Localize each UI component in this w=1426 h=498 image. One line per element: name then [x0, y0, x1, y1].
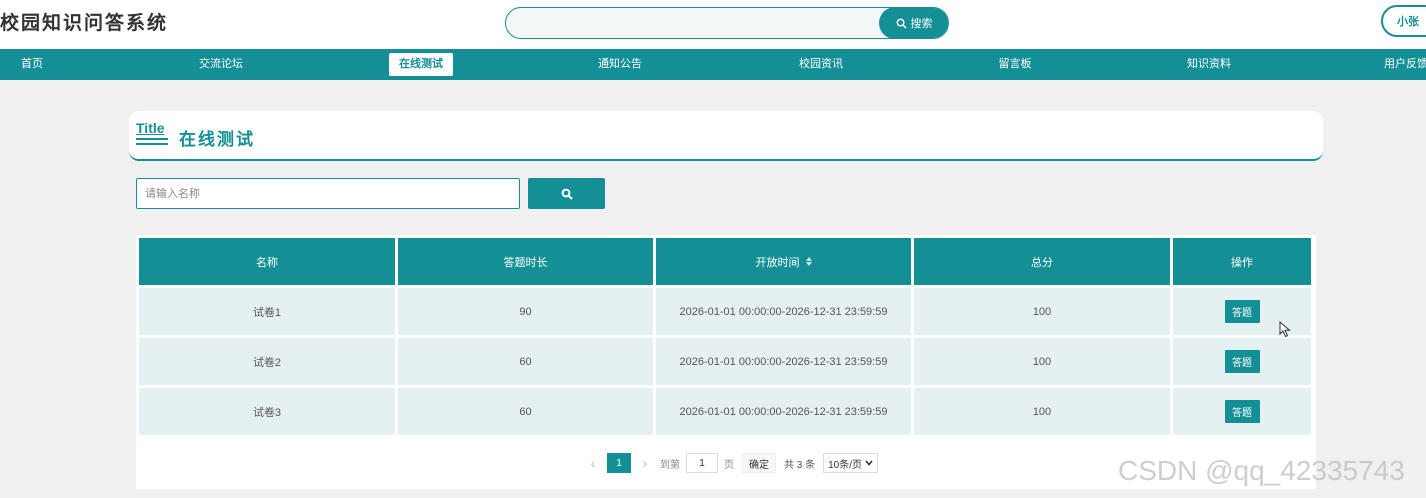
cell-name: 试卷2 — [139, 338, 395, 385]
sort-icon[interactable] — [805, 257, 812, 266]
cell-open-time: 2026-01-01 00:00:00-2026-12-31 23:59:59 — [656, 388, 911, 435]
cell-duration: 60 — [398, 338, 653, 385]
column-header-name: 名称 — [139, 238, 395, 285]
total-count: 共 3 条 — [784, 459, 816, 471]
column-header-duration: 答题时长 — [398, 238, 653, 285]
column-header-open-time[interactable]: 开放时间 — [656, 238, 911, 285]
cell-name: 试卷1 — [139, 288, 395, 335]
pagination: ‹ 1 › 到第 1 页 确定 共 3 条 10条/页 — [584, 453, 879, 473]
name-search-input[interactable] — [136, 178, 520, 209]
global-search-input[interactable] — [506, 8, 876, 38]
cell-action: 答题 — [1173, 388, 1311, 435]
watermark: CSDN @qq_42335743 — [1118, 455, 1405, 486]
mouse-cursor-icon — [1279, 321, 1291, 338]
chevron-down-icon — [865, 460, 873, 466]
top-header: 校园知识问答系统 搜索 小张 — [0, 0, 1426, 49]
test-table-panel: 名称 答题时长 开放时间 总分 操作 试卷1 90 2026-01-01 00:… — [136, 235, 1316, 489]
answer-button[interactable]: 答题 — [1224, 350, 1260, 373]
global-search: 搜索 — [505, 7, 949, 39]
answer-button[interactable]: 答题 — [1224, 400, 1260, 423]
title-icon: Title — [136, 121, 168, 153]
column-header-open-time-label: 开放时间 — [755, 256, 800, 269]
cell-score: 100 — [914, 338, 1170, 385]
column-header-score: 总分 — [914, 238, 1170, 285]
page-title-panel: Title 在线测试 — [129, 111, 1323, 161]
cell-action: 答题 — [1173, 338, 1311, 385]
cell-name: 试卷3 — [139, 388, 395, 435]
next-page-icon[interactable]: › — [636, 455, 654, 471]
user-menu-button[interactable]: 小张 — [1381, 5, 1426, 37]
nav-item-feedback[interactable]: 用户反馈 — [1384, 49, 1426, 80]
global-search-button[interactable]: 搜索 — [879, 8, 948, 38]
nav-item-home[interactable]: 首页 — [21, 49, 43, 80]
search-icon — [896, 18, 907, 29]
cell-duration: 90 — [398, 288, 653, 335]
nav-item-campus-news[interactable]: 校园资讯 — [799, 49, 843, 80]
page-size-select[interactable]: 10条/页 — [823, 453, 879, 473]
nav-item-message-board[interactable]: 留言板 — [999, 49, 1032, 80]
nav-item-knowledge[interactable]: 知识资料 — [1187, 49, 1231, 80]
answer-button[interactable]: 答题 — [1224, 300, 1260, 323]
nav-item-online-test[interactable]: 在线测试 — [389, 53, 453, 76]
nav-item-forum[interactable]: 交流论坛 — [199, 49, 243, 80]
cell-duration: 60 — [398, 388, 653, 435]
goto-confirm-button[interactable]: 确定 — [742, 453, 776, 473]
cell-open-time: 2026-01-01 00:00:00-2026-12-31 23:59:59 — [656, 288, 911, 335]
cell-score: 100 — [914, 388, 1170, 435]
page-size-value: 10条/页 — [828, 459, 863, 471]
query-button[interactable] — [528, 178, 605, 209]
page-unit-label: 页 — [724, 459, 734, 471]
site-title: 校园知识问答系统 — [0, 12, 169, 34]
cell-open-time: 2026-01-01 00:00:00-2026-12-31 23:59:59 — [656, 338, 911, 385]
global-search-button-label: 搜索 — [910, 18, 933, 30]
page-number-current[interactable]: 1 — [607, 453, 631, 473]
main-nav: 首页 交流论坛 在线测试 通知公告 校园资讯 留言板 知识资料 用户反馈 — [0, 49, 1426, 80]
cell-score: 100 — [914, 288, 1170, 335]
column-header-action: 操作 — [1173, 238, 1311, 285]
test-table: 名称 答题时长 开放时间 总分 操作 试卷1 90 2026-01-01 00:… — [139, 238, 1311, 435]
title-icon-text: Title — [136, 120, 165, 136]
nav-item-notices[interactable]: 通知公告 — [598, 49, 642, 80]
goto-label: 到第 — [660, 459, 680, 471]
page-title: 在线测试 — [179, 130, 255, 150]
prev-page-icon[interactable]: ‹ — [584, 455, 602, 471]
search-icon — [561, 188, 573, 200]
goto-page-input[interactable]: 1 — [686, 453, 718, 473]
